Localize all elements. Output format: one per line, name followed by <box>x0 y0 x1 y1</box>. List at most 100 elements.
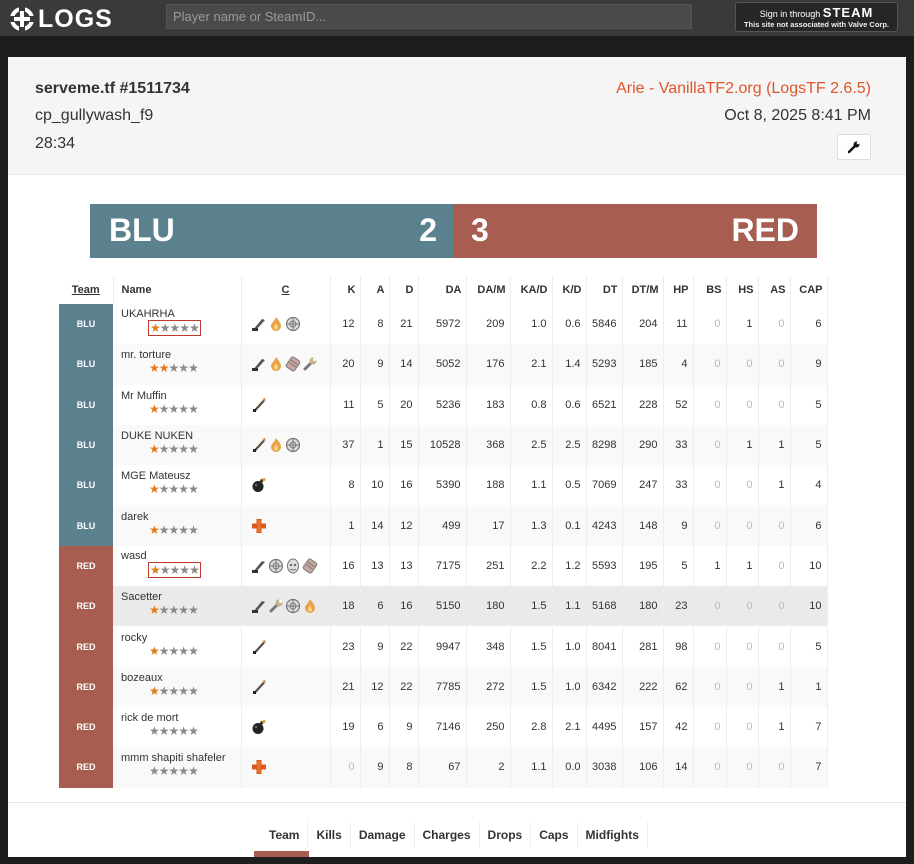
star-icon[interactable]: ★ <box>149 724 160 738</box>
star-icon[interactable]: ★ <box>178 361 189 375</box>
player-rating-stars[interactable]: ★★★★★ <box>148 561 201 578</box>
star-icon[interactable]: ★ <box>160 321 171 335</box>
team-summary-col-kills[interactable]: Kills <box>308 822 351 848</box>
star-icon[interactable]: ★ <box>188 361 199 375</box>
star-icon[interactable]: ★ <box>188 603 199 617</box>
player-name-cell[interactable]: darek ★★★★★ <box>113 505 242 546</box>
team-summary-col-charges[interactable]: Charges <box>415 822 480 848</box>
star-icon[interactable]: ★ <box>189 563 200 577</box>
player-name-cell[interactable]: rocky ★★★★★ <box>113 626 242 667</box>
player-rating-stars[interactable]: ★★★★★ <box>148 644 199 658</box>
col-backstabs[interactable]: BS <box>693 276 727 304</box>
player-rating-stars[interactable]: ★★★★★ <box>148 764 199 778</box>
player-name-cell[interactable]: Sacetter ★★★★★ <box>113 586 242 627</box>
player-name-cell[interactable]: rick de mort ★★★★★ <box>113 706 242 748</box>
star-icon[interactable]: ★ <box>150 563 161 577</box>
col-damage-taken-per-min[interactable]: DT/M <box>622 276 664 304</box>
star-icon[interactable]: ★ <box>188 724 199 738</box>
player-rating-stars[interactable]: ★★★★★ <box>148 724 199 738</box>
star-icon[interactable]: ★ <box>159 644 170 658</box>
star-icon[interactable]: ★ <box>159 442 170 456</box>
star-icon[interactable]: ★ <box>149 442 160 456</box>
team-summary-col-midfights[interactable]: Midfights <box>578 822 648 848</box>
player-row[interactable]: RED bozeaux ★★★★★ 21 12 22 7785 272 1.5 1.0 6342 22… <box>59 666 828 707</box>
tools-button[interactable] <box>837 134 871 160</box>
star-icon[interactable]: ★ <box>169 361 180 375</box>
player-row[interactable]: BLU UKAHRHA ★★★★★ 12 8 21 5972 209 1.0 0.6 5846 204… <box>59 304 828 345</box>
player-name[interactable]: mr. torture <box>121 349 236 361</box>
player-name-cell[interactable]: UKAHRHA ★★★★★ <box>113 304 242 345</box>
star-icon[interactable]: ★ <box>169 442 180 456</box>
player-name-cell[interactable]: DUKE NUKEN ★★★★★ <box>113 424 242 466</box>
star-icon[interactable]: ★ <box>170 321 181 335</box>
star-icon[interactable]: ★ <box>170 563 181 577</box>
star-icon[interactable]: ★ <box>149 361 160 375</box>
col-headshots[interactable]: HS <box>726 276 759 304</box>
player-row[interactable]: BLU MGE Mateusz ★★★★★ 8 10 16 5390 188 1.1 0.5 706… <box>59 465 828 506</box>
col-team[interactable]: Team <box>59 276 114 304</box>
team-summary-col-team[interactable]: Team <box>261 822 309 848</box>
player-rating-stars[interactable]: ★★★★★ <box>148 442 199 456</box>
player-name[interactable]: Sacetter <box>121 591 236 603</box>
player-rating-stars[interactable]: ★★★★★ <box>148 603 199 617</box>
steam-signin-button[interactable]: Sign in through STEAM This site not asso… <box>735 2 898 32</box>
player-row[interactable]: RED wasd ★★★★★ 16 13 13 7175 251 2.2 1.2 5593 195 5 1… <box>59 545 828 587</box>
player-name-cell[interactable]: mmm shapiti shafeler ★★★★★ <box>113 747 242 788</box>
player-row[interactable]: BLU DUKE NUKEN ★★★★★ 37 1 15 10528 368 2.5 2.5 829… <box>59 424 828 466</box>
star-icon[interactable]: ★ <box>159 724 170 738</box>
star-icon[interactable]: ★ <box>188 402 199 416</box>
col-damage-per-min[interactable]: DA/M <box>466 276 511 304</box>
star-icon[interactable]: ★ <box>159 764 170 778</box>
logs-logo[interactable]: LOGS <box>8 5 113 33</box>
player-row[interactable]: RED Sacetter ★★★★★ 18 6 16 5150 180 1.5 1.1 5168 18… <box>59 586 828 627</box>
player-rating-stars[interactable]: ★★★★★ <box>148 684 199 698</box>
star-icon[interactable]: ★ <box>149 482 160 496</box>
col-kills[interactable]: K <box>330 276 361 304</box>
player-row[interactable]: RED mmm shapiti shafeler ★★★★★ 0 9 8 67 2 1.1 0.0… <box>59 747 828 788</box>
player-name[interactable]: rick de mort <box>121 712 236 724</box>
col-health-packs[interactable]: HP <box>663 276 694 304</box>
star-icon[interactable]: ★ <box>178 603 189 617</box>
player-name[interactable]: Mr Muffin <box>121 390 236 402</box>
col-deaths[interactable]: D <box>389 276 419 304</box>
star-icon[interactable]: ★ <box>149 684 160 698</box>
player-row[interactable]: BLU mr. torture ★★★★★ 20 9 14 5052 176 2.1 1.4 529… <box>59 344 828 385</box>
team-summary-col-caps[interactable]: Caps <box>531 822 578 848</box>
player-name[interactable]: rocky <box>121 632 236 644</box>
player-rating-stars[interactable]: ★★★★★ <box>148 523 199 537</box>
col-name[interactable]: Name <box>113 276 242 304</box>
star-icon[interactable]: ★ <box>160 563 171 577</box>
player-name[interactable]: darek <box>121 511 236 523</box>
player-row[interactable]: RED rocky ★★★★★ 23 9 22 9947 348 1.5 1.0 8041 281 98… <box>59 626 828 667</box>
star-icon[interactable]: ★ <box>169 764 180 778</box>
uploader-link[interactable]: Arie - VanillaTF2.org (LogsTF 2.6.5) <box>616 80 871 98</box>
search-input[interactable] <box>166 4 692 29</box>
star-icon[interactable]: ★ <box>188 764 199 778</box>
player-name-cell[interactable]: wasd ★★★★★ <box>113 545 242 587</box>
star-icon[interactable]: ★ <box>188 684 199 698</box>
star-icon[interactable]: ★ <box>149 644 160 658</box>
star-icon[interactable]: ★ <box>179 321 190 335</box>
star-icon[interactable]: ★ <box>159 603 170 617</box>
star-icon[interactable]: ★ <box>169 644 180 658</box>
star-icon[interactable]: ★ <box>159 482 170 496</box>
player-rating-stars[interactable]: ★★★★★ <box>148 361 199 375</box>
star-icon[interactable]: ★ <box>188 482 199 496</box>
col-assists[interactable]: A <box>360 276 390 304</box>
player-row[interactable]: BLU Mr Muffin ★★★★★ 11 5 20 5236 183 0.8 0.6 6521 2… <box>59 384 828 425</box>
star-icon[interactable]: ★ <box>159 361 170 375</box>
star-icon[interactable]: ★ <box>178 724 189 738</box>
star-icon[interactable]: ★ <box>149 523 160 537</box>
team-summary-col-drops[interactable]: Drops <box>480 822 532 848</box>
star-icon[interactable]: ★ <box>178 644 189 658</box>
col-captures[interactable]: CAP <box>790 276 828 304</box>
star-icon[interactable]: ★ <box>178 523 189 537</box>
star-icon[interactable]: ★ <box>179 563 190 577</box>
star-icon[interactable]: ★ <box>189 321 200 335</box>
player-rating-stars[interactable]: ★★★★★ <box>148 482 199 496</box>
col-kad[interactable]: KA/D <box>510 276 553 304</box>
star-icon[interactable]: ★ <box>169 684 180 698</box>
player-name[interactable]: MGE Mateusz <box>121 470 236 482</box>
player-rating-stars[interactable]: ★★★★★ <box>148 320 201 337</box>
star-icon[interactable]: ★ <box>159 523 170 537</box>
